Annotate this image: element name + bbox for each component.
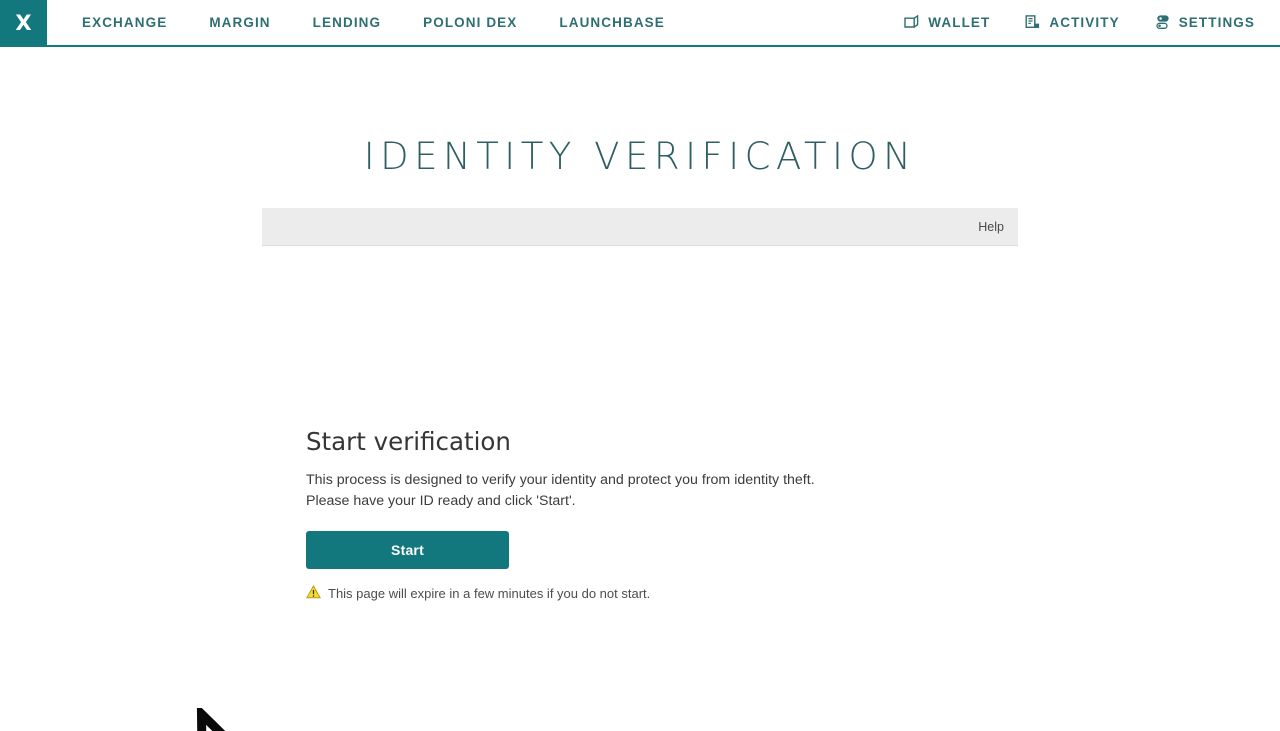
page-title: IDENTITY VERIFICATION xyxy=(363,135,917,178)
nav-item-exchange[interactable]: EXCHANGE xyxy=(61,0,188,45)
nav-item-settings-label: SETTINGS xyxy=(1178,15,1255,30)
wallet-icon xyxy=(903,14,920,31)
nav-item-lending[interactable]: LENDING xyxy=(292,0,402,45)
nav-item-activity[interactable]: ACTIVITY xyxy=(1007,14,1136,31)
verification-description-line-2: Please have your ID ready and click 'Sta… xyxy=(306,493,576,509)
nav-item-margin[interactable]: MARGIN xyxy=(188,0,291,45)
verification-description: This process is designed to verify your … xyxy=(306,470,926,512)
logo-x-icon: X xyxy=(15,11,32,35)
verification-panel: Start verification This process is desig… xyxy=(305,427,926,602)
verification-heading: Start verification xyxy=(306,427,511,456)
nav-item-launchbase[interactable]: LAUNCHBASE xyxy=(538,0,686,45)
settings-icon xyxy=(1154,14,1171,31)
secondary-nav: WALLET ACTIVITY SETTINGS xyxy=(886,0,1280,45)
top-navbar: X EXCHANGE MARGIN LENDING POLONI DEX LAU… xyxy=(0,0,1280,47)
help-bar: Help xyxy=(262,208,1018,246)
right-arrow-annotation xyxy=(131,703,263,731)
expiry-notice-text: This page will expire in a few minutes i… xyxy=(328,586,651,601)
warning-triangle-icon xyxy=(305,584,322,602)
nav-item-poloni-dex[interactable]: POLONI DEX xyxy=(402,0,538,45)
nav-item-wallet[interactable]: WALLET xyxy=(886,14,1007,31)
primary-nav: EXCHANGE MARGIN LENDING POLONI DEX LAUNC… xyxy=(47,0,686,45)
activity-icon xyxy=(1024,14,1041,31)
start-button[interactable]: Start xyxy=(306,531,509,569)
nav-item-settings[interactable]: SETTINGS xyxy=(1137,14,1272,31)
site-logo[interactable]: X xyxy=(0,0,47,47)
help-link[interactable]: Help xyxy=(978,220,1004,234)
expiry-notice: This page will expire in a few minutes i… xyxy=(305,584,926,602)
nav-item-wallet-label: WALLET xyxy=(928,15,991,30)
main-content: Start verification This process is desig… xyxy=(0,246,1280,731)
nav-item-activity-label: ACTIVITY xyxy=(1049,15,1120,30)
verification-description-line-1: This process is designed to verify your … xyxy=(306,472,815,488)
